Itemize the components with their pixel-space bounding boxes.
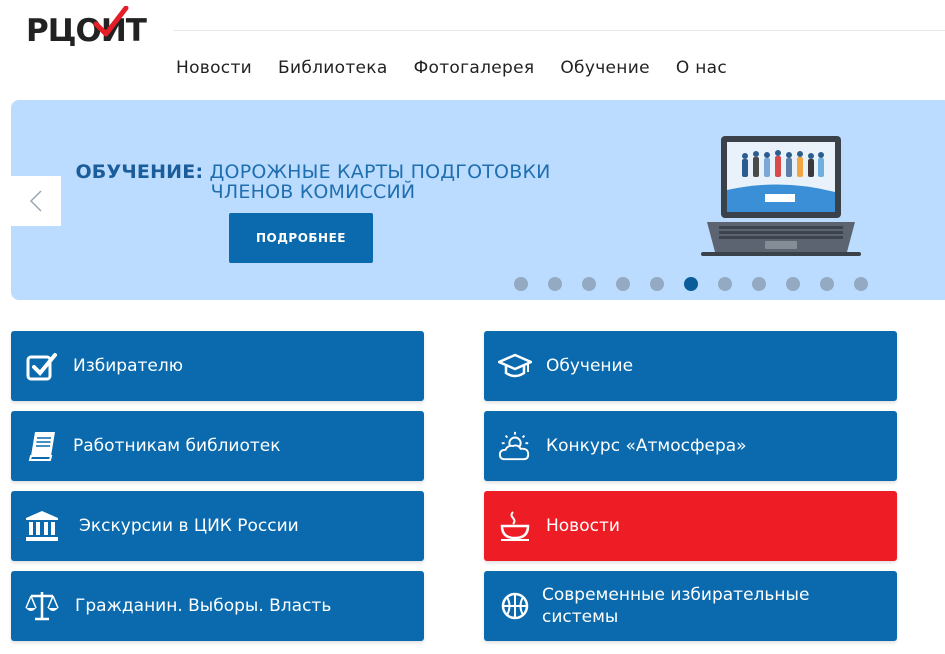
- slider-dot[interactable]: [752, 277, 766, 291]
- scales-icon: [25, 589, 59, 623]
- building-icon: [25, 509, 59, 543]
- tile-electoral-systems[interactable]: Современные избирательные системы: [484, 571, 897, 641]
- tile-label: Экскурсии в ЦИК России: [79, 516, 299, 536]
- slider-dot[interactable]: [548, 277, 562, 291]
- nav-item-about[interactable]: О нас: [676, 58, 727, 78]
- chevron-left-icon: [29, 190, 42, 212]
- tile-education[interactable]: Обучение: [484, 331, 897, 401]
- tile-label: Новости: [546, 516, 620, 536]
- tile-excursions[interactable]: Экскурсии в ЦИК России: [11, 491, 424, 561]
- tile-citizen[interactable]: Гражданин. Выборы. Власть: [11, 571, 424, 641]
- tile-label: Работникам библиотек: [73, 436, 281, 456]
- tile-voter[interactable]: Избирателю: [11, 331, 424, 401]
- slider-prev-button[interactable]: [11, 176, 61, 226]
- logo-check-icon: [93, 6, 129, 37]
- sun-cloud-icon: [498, 429, 532, 463]
- tile-label: Современные избирательные системы: [542, 585, 810, 627]
- tile-label: Обучение: [546, 356, 634, 376]
- nav-item-education[interactable]: Обучение: [560, 58, 649, 78]
- tile-label: Гражданин. Выборы. Власть: [75, 596, 332, 616]
- slide-title: ОБУЧЕНИЕ: ДОРОЖНЫЕ КАРТЫ ПОДГОТОВКИ ЧЛЕН…: [33, 162, 593, 202]
- slider-pagination: [514, 277, 868, 291]
- site-logo[interactable]: РЦОИТ: [26, 6, 147, 52]
- slider-dot[interactable]: [786, 277, 800, 291]
- page: РЦОИТ Новости Библиотека Фотогалерея Обу…: [0, 0, 945, 654]
- main-nav: Новости Библиотека Фотогалерея Обучение …: [176, 58, 727, 78]
- slider-dot[interactable]: [854, 277, 868, 291]
- tile-label: Избирателю: [73, 356, 184, 376]
- coffee-cup-icon: [498, 509, 532, 543]
- tile-news[interactable]: Новости: [484, 491, 897, 561]
- slide-title-rest: ДОРОЖНЫЕ КАРТЫ ПОДГОТОВКИ ЧЛЕНОВ КОМИССИ…: [203, 161, 551, 203]
- hero-slider: ОБУЧЕНИЕ: ДОРОЖНЫЕ КАРТЫ ПОДГОТОВКИ ЧЛЕН…: [11, 100, 945, 300]
- graduation-cap-icon: [498, 349, 532, 383]
- slide-more-button[interactable]: ПОДРОБНЕЕ: [229, 213, 373, 263]
- slider-dot[interactable]: [616, 277, 630, 291]
- checkbox-icon: [25, 349, 59, 383]
- basketball-icon: [498, 589, 532, 623]
- slider-dot[interactable]: [650, 277, 664, 291]
- slider-dot[interactable]: [582, 277, 596, 291]
- slider-dot[interactable]: [718, 277, 732, 291]
- slide-title-bold: ОБУЧЕНИЕ:: [75, 161, 204, 183]
- tile-contest[interactable]: Конкурс «Атмосфера»: [484, 411, 897, 481]
- slider-dot[interactable]: [514, 277, 528, 291]
- book-icon: [25, 429, 59, 463]
- nav-item-news[interactable]: Новости: [176, 58, 252, 78]
- tile-label: Конкурс «Атмосфера»: [546, 436, 747, 456]
- nav-item-photogallery[interactable]: Фотогалерея: [414, 58, 535, 78]
- tile-librarians[interactable]: Работникам библиотек: [11, 411, 424, 481]
- nav-item-library[interactable]: Библиотека: [278, 58, 388, 78]
- slider-dot[interactable]: [820, 277, 834, 291]
- laptop-illustration: [701, 136, 861, 256]
- header-divider: [174, 30, 945, 31]
- slider-dot-active[interactable]: [684, 277, 698, 291]
